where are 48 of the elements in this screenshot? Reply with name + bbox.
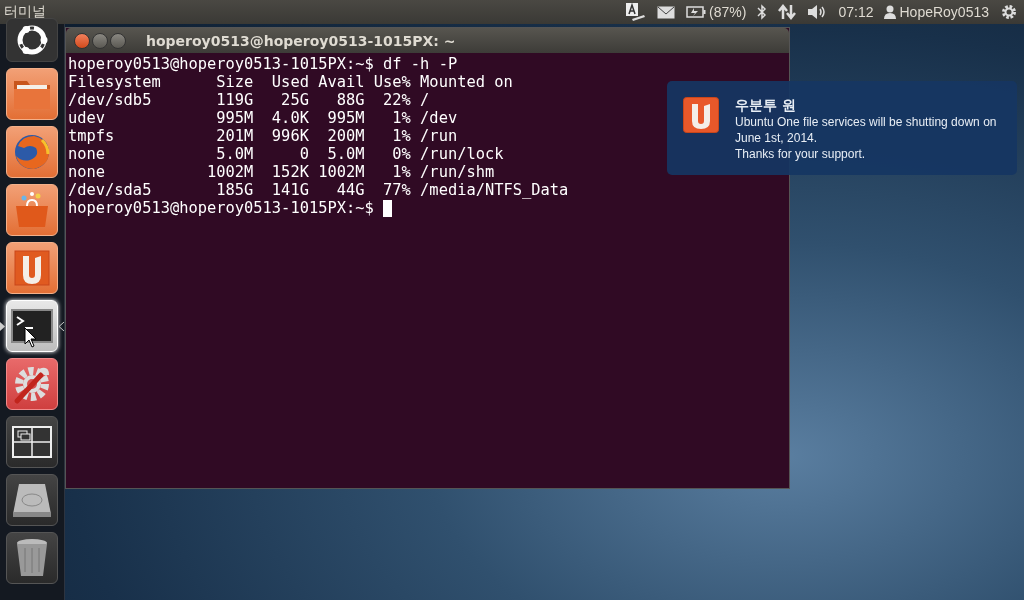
terminal-line: hoperoy0513@hoperoy0513-1015PX:~$ df -h -P bbox=[68, 55, 458, 73]
terminal-line: hoperoy0513@hoperoy0513-1015PX:~$ bbox=[68, 199, 375, 217]
window-grid-icon bbox=[12, 426, 52, 458]
notification-text: Ubuntu One file services will be shutting down on June 1st, 2014. bbox=[735, 114, 998, 146]
terminal-line: udev 995M 4.0K 995M 1% /dev bbox=[68, 109, 458, 127]
terminal-line: /dev/sdb5 119G 25G 88G 22% / bbox=[68, 91, 430, 109]
bluetooth-icon[interactable] bbox=[757, 4, 768, 20]
text-cursor bbox=[383, 199, 393, 217]
mouse-pointer-icon bbox=[24, 327, 38, 349]
settings-icon[interactable] bbox=[1000, 3, 1018, 21]
terminal-line: Filesystem Size Used Avail Use% Mounted on bbox=[68, 73, 513, 91]
shopping-bag-launcher-button[interactable] bbox=[6, 184, 58, 236]
window-grid-launcher-button[interactable] bbox=[6, 416, 58, 468]
terminal-line: tmpfs 201M 996K 200M 1% /run bbox=[68, 127, 458, 145]
ubuntu-logo-launcher-button[interactable] bbox=[6, 18, 58, 62]
hard-drive-icon bbox=[11, 482, 53, 518]
terminal-launcher-button[interactable] bbox=[6, 300, 58, 352]
battery-percent[interactable]: (87%) bbox=[709, 4, 747, 20]
terminal-line: none 5.0M 0 5.0M 0% /run/lock bbox=[68, 145, 504, 163]
minimize-button[interactable] bbox=[92, 32, 108, 49]
speaker-icon[interactable] bbox=[807, 4, 828, 20]
app-title: 터미널 bbox=[4, 3, 46, 21]
close-button[interactable] bbox=[74, 32, 90, 49]
terminal-icon bbox=[11, 309, 53, 343]
trash-can-launcher-button[interactable] bbox=[6, 532, 58, 584]
globe-fox-launcher-button[interactable] bbox=[6, 126, 58, 178]
person-icon[interactable] bbox=[884, 5, 897, 19]
folder-launcher-button[interactable] bbox=[6, 68, 58, 120]
terminal-line: none 1002M 152K 1002M 1% /run/shm bbox=[68, 163, 495, 181]
u-letter-launcher-button[interactable] bbox=[6, 242, 58, 294]
notification-title: 우분투 원 bbox=[735, 97, 797, 113]
up-down-arrows-icon[interactable] bbox=[778, 4, 797, 20]
window-title: hoperoy0513@hoperoy0513-1015PX: ~ bbox=[146, 32, 456, 49]
terminal-line: /dev/sda5 185G 141G 44G 77% /media/NTFS_Data bbox=[68, 181, 569, 199]
trash-can-icon bbox=[15, 538, 49, 578]
keyboard-letter-icon[interactable] bbox=[624, 2, 647, 22]
u-letter-icon bbox=[683, 97, 719, 133]
notification-text: Thanks for your support. bbox=[735, 146, 867, 162]
battery-icon[interactable] bbox=[686, 6, 707, 18]
user-name[interactable]: HopeRoy0513 bbox=[899, 4, 989, 20]
clock-time[interactable]: 07:12 bbox=[838, 4, 874, 20]
u-letter-icon bbox=[12, 248, 52, 288]
maximize-button[interactable] bbox=[110, 32, 126, 49]
focus-indicator-icon bbox=[59, 322, 64, 331]
envelope-icon[interactable] bbox=[657, 5, 676, 19]
gear-wrench-launcher-button[interactable] bbox=[6, 358, 58, 410]
globe-fox-icon bbox=[12, 132, 52, 172]
hard-drive-launcher-button[interactable] bbox=[6, 474, 58, 526]
